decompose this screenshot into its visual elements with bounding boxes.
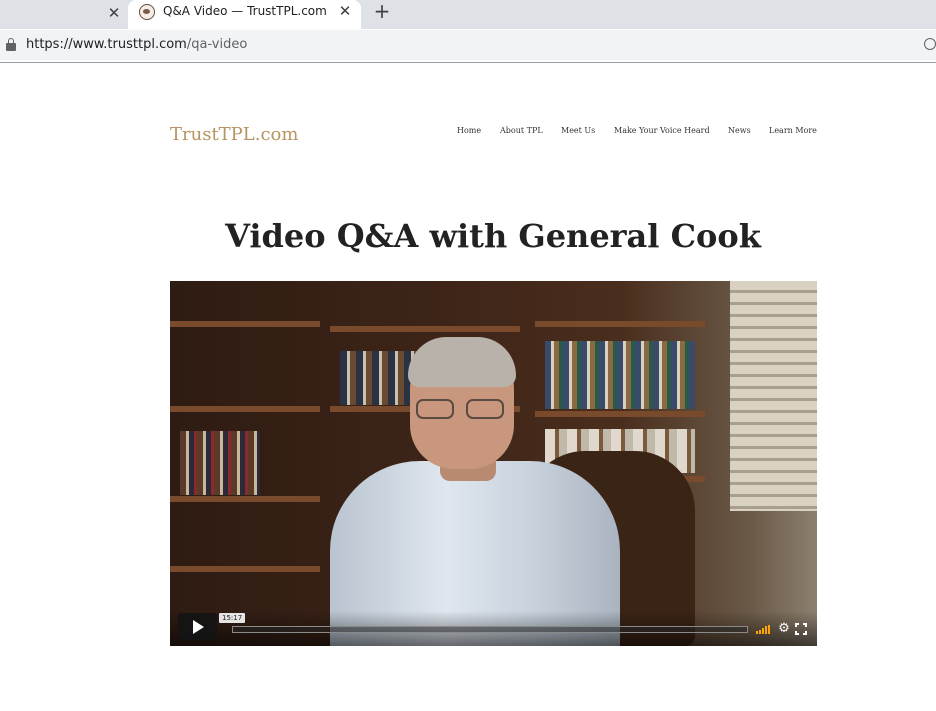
site-nav: Home About TPL Meet Us Make Your Voice H… xyxy=(0,126,936,138)
page-title: Video Q&A with General Cook xyxy=(225,217,761,255)
url-host: https://www.trusttpl.com xyxy=(26,37,187,52)
url-path: /qa-video xyxy=(186,37,248,52)
bookshelf-shelf xyxy=(170,496,320,502)
new-tab-plus-icon[interactable]: + xyxy=(371,0,393,22)
tab-close-icon[interactable]: ✕ xyxy=(335,1,355,21)
bookshelf-shelf xyxy=(535,411,705,417)
bookshelf-books xyxy=(545,341,695,409)
previous-tab-close-icon[interactable]: ✕ xyxy=(104,3,124,23)
tab-favicon-icon xyxy=(139,4,155,20)
bookshelf-shelf xyxy=(170,566,320,572)
zoom-icon[interactable] xyxy=(924,38,936,50)
nav-make-your-voice-heard[interactable]: Make Your Voice Heard xyxy=(614,126,710,136)
nav-learn-more[interactable]: Learn More xyxy=(769,126,817,136)
nav-meet-us[interactable]: Meet Us xyxy=(561,126,595,136)
chrome-divider xyxy=(0,62,936,63)
video-player[interactable]: 15:17 ⚙ xyxy=(170,281,817,646)
bookshelf-shelf xyxy=(170,321,320,327)
browser-tab-active[interactable]: Q&A Video — TrustTPL.com ✕ xyxy=(128,0,361,29)
browser-toolbar: https://www.trusttpl.com/qa-video xyxy=(0,29,936,62)
bookshelf-shelf xyxy=(535,321,705,327)
lock-icon[interactable] xyxy=(6,38,16,51)
bookshelf-shelf xyxy=(330,326,520,332)
settings-gear-icon[interactable]: ⚙ xyxy=(778,622,790,635)
browser-tab-strip: ✕ Q&A Video — TrustTPL.com ✕ + xyxy=(0,0,936,29)
window-blinds xyxy=(730,281,817,511)
video-controls: 15:17 ⚙ xyxy=(170,611,817,646)
nav-about-tpl[interactable]: About TPL xyxy=(500,126,543,136)
address-bar[interactable]: https://www.trusttpl.com/qa-video xyxy=(0,30,936,60)
bookshelf-books xyxy=(180,431,260,495)
tab-title: Q&A Video — TrustTPL.com xyxy=(163,4,327,18)
fullscreen-icon[interactable] xyxy=(795,623,807,635)
bookshelf-shelf xyxy=(170,406,320,412)
play-button[interactable] xyxy=(178,613,217,640)
volume-icon[interactable] xyxy=(756,625,772,634)
nav-home[interactable]: Home xyxy=(457,126,481,136)
speaker-hair xyxy=(408,337,516,387)
video-duration: 15:17 xyxy=(219,613,246,623)
address-url[interactable]: https://www.trusttpl.com/qa-video xyxy=(26,37,247,53)
video-progress-bar[interactable] xyxy=(232,626,748,633)
speaker-glasses xyxy=(416,399,510,421)
nav-news[interactable]: News xyxy=(728,126,751,136)
